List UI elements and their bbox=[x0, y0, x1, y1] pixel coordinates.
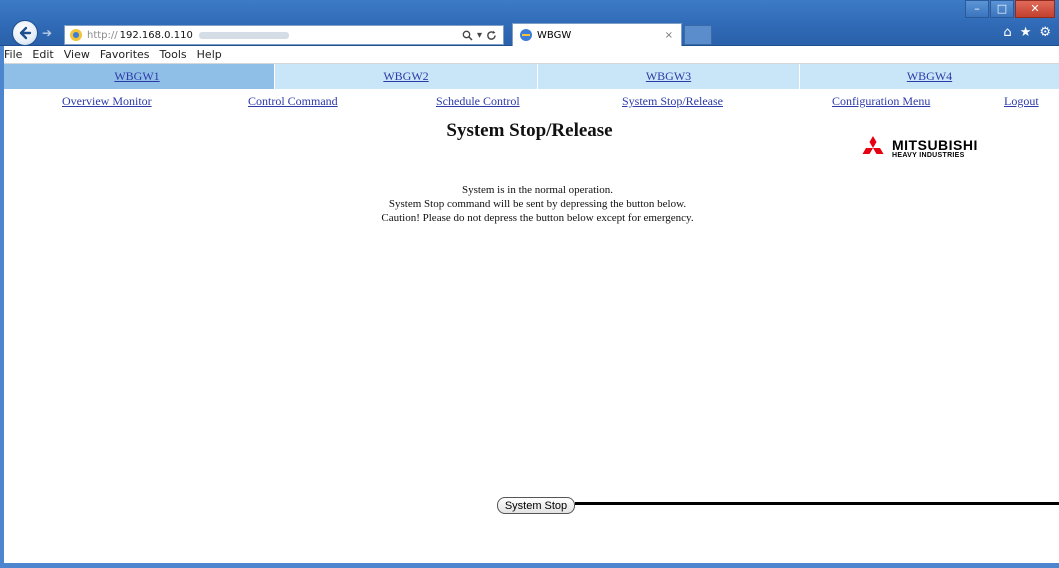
browser-titlebar: – □ ✕ ➔ http:// 192.168.0.110 ▾ WBGW × ⌂… bbox=[0, 0, 1059, 46]
logo-main-text: MITSUBISHI bbox=[892, 136, 978, 153]
gateway-tabs: WBGW1 WBGW2 WBGW3 WBGW4 bbox=[0, 64, 1059, 89]
window-controls: – □ ✕ bbox=[964, 0, 1055, 18]
new-tab-button[interactable] bbox=[684, 25, 712, 45]
address-bar[interactable]: http:// 192.168.0.110 ▾ bbox=[64, 25, 504, 45]
dropdown-icon[interactable]: ▾ bbox=[477, 30, 482, 41]
gateway-tab-wbgw4[interactable]: WBGW4 bbox=[800, 64, 1059, 89]
tab-close-icon[interactable]: × bbox=[665, 30, 673, 41]
mitsubishi-logo: MITSUBISHI HEAVY INDUSTRIES bbox=[860, 136, 978, 160]
menu-edit[interactable]: Edit bbox=[32, 48, 53, 61]
gateway-tab-wbgw1[interactable]: WBGW1 bbox=[0, 64, 275, 89]
system-stop-button[interactable]: System Stop bbox=[497, 497, 575, 514]
logo-wordmark: MITSUBISHI HEAVY INDUSTRIES bbox=[892, 138, 978, 159]
main-nav: Overview Monitor Control Command Schedul… bbox=[0, 91, 1059, 111]
menu-favorites[interactable]: Favorites bbox=[100, 48, 150, 61]
minimize-button[interactable]: – bbox=[965, 0, 989, 18]
back-arrow-icon bbox=[19, 26, 32, 40]
status-line: System is in the normal operation. bbox=[462, 184, 613, 196]
address-host: 192.168.0.110 bbox=[119, 29, 193, 41]
star-icon[interactable]: ★ bbox=[1020, 25, 1032, 40]
tab-favicon-icon bbox=[520, 29, 532, 41]
menu-file[interactable]: File bbox=[4, 48, 22, 61]
nav-schedule-control[interactable]: Schedule Control bbox=[436, 94, 520, 109]
three-diamonds-icon bbox=[862, 136, 884, 154]
nav-logout[interactable]: Logout bbox=[1004, 94, 1039, 109]
nav-overview-monitor[interactable]: Overview Monitor bbox=[62, 94, 152, 109]
address-scheme: http:// bbox=[87, 29, 118, 41]
back-button[interactable] bbox=[12, 20, 38, 46]
gateway-tab-wbgw3[interactable]: WBGW3 bbox=[538, 64, 800, 89]
menu-bar: File Edit View Favorites Tools Help bbox=[0, 46, 1059, 64]
address-tools: ▾ bbox=[462, 30, 503, 41]
browser-tab[interactable]: WBGW × bbox=[512, 23, 682, 46]
refresh-icon[interactable] bbox=[486, 30, 497, 41]
nav-system-stop-release[interactable]: System Stop/Release bbox=[622, 94, 723, 109]
forward-arrow-icon: ➔ bbox=[42, 26, 53, 40]
menu-help[interactable]: Help bbox=[197, 48, 222, 61]
address-redacted bbox=[198, 31, 289, 39]
browser-toolbar-right: ⌂ ★ ⚙ bbox=[1003, 25, 1051, 40]
close-button[interactable]: ✕ bbox=[1015, 0, 1055, 18]
nav-control-command[interactable]: Control Command bbox=[248, 94, 338, 109]
search-icon[interactable] bbox=[462, 30, 473, 41]
status-message: System is in the normal operation. Syste… bbox=[0, 183, 1059, 225]
nav-configuration-menu[interactable]: Configuration Menu bbox=[832, 94, 930, 109]
gateway-tab-wbgw2[interactable]: WBGW2 bbox=[275, 64, 538, 89]
window-frame-left bbox=[0, 46, 4, 568]
menu-view[interactable]: View bbox=[64, 48, 90, 61]
window-frame-bottom bbox=[0, 563, 1059, 568]
callout-line bbox=[575, 502, 1059, 505]
home-icon[interactable]: ⌂ bbox=[1003, 25, 1011, 40]
caution-line: Caution! Please do not depress the butto… bbox=[381, 212, 694, 224]
tab-label: WBGW bbox=[537, 29, 572, 41]
forward-button[interactable]: ➔ bbox=[42, 25, 58, 41]
logo-sub-text: HEAVY INDUSTRIES bbox=[892, 151, 965, 159]
maximize-button[interactable]: □ bbox=[990, 0, 1014, 18]
menu-tools[interactable]: Tools bbox=[160, 48, 187, 61]
instruction-line: System Stop command will be sent by depr… bbox=[388, 198, 687, 210]
gear-icon[interactable]: ⚙ bbox=[1039, 25, 1051, 40]
ie-favicon-icon bbox=[70, 29, 82, 41]
